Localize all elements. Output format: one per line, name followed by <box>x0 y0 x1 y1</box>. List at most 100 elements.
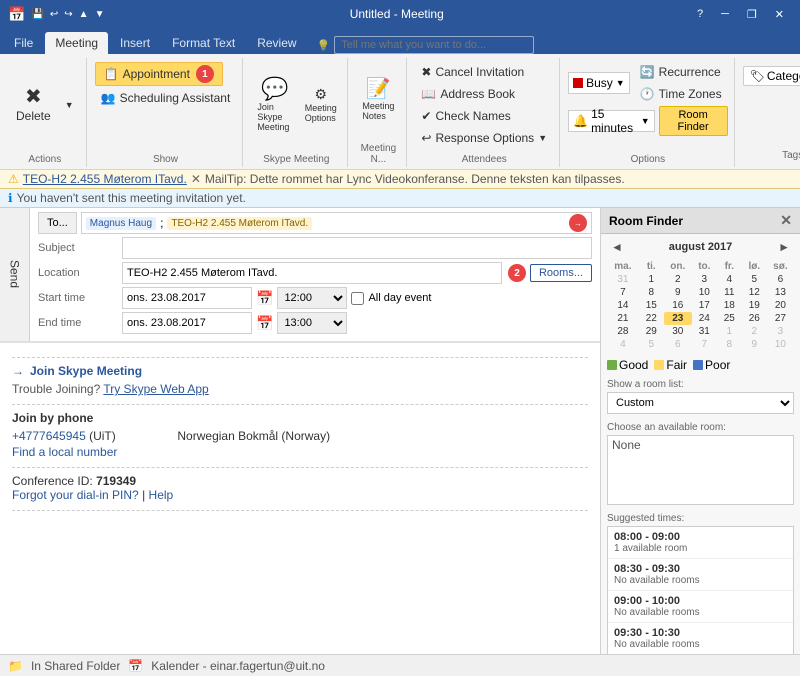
end-time-select[interactable]: 13:00 <box>277 312 347 334</box>
up-icon[interactable]: ▲ <box>79 9 89 20</box>
cal-day-cell[interactable]: 4 <box>717 273 742 286</box>
cancel-invitation-btn[interactable]: ✖ Cancel Invitation <box>415 62 530 82</box>
cal-day-cell[interactable]: 9 <box>664 286 692 299</box>
phone-link[interactable]: +4777645945 <box>12 429 89 443</box>
cal-day-cell[interactable]: 31 <box>692 325 717 338</box>
location-input[interactable] <box>122 262 502 284</box>
cal-day-cell[interactable]: 6 <box>767 273 794 286</box>
location-ref[interactable]: TEO-H2 2.455 Møterom ITavd. <box>23 172 187 186</box>
redo-icon[interactable]: ↪ <box>64 9 72 20</box>
room-list-select[interactable]: Custom <box>607 392 794 414</box>
cal-day-cell[interactable]: 4 <box>607 338 639 351</box>
categorize-btn[interactable]: 🏷 Categorize ▼ <box>743 66 800 86</box>
join-skype-btn[interactable]: 💬 Join Skype Meeting <box>251 74 298 136</box>
forgot-pin-link[interactable]: Forgot your dial-in PIN? <box>12 488 142 502</box>
cal-day-cell[interactable]: 10 <box>767 338 794 351</box>
all-day-checkbox[interactable] <box>351 292 364 305</box>
tab-format-text[interactable]: Format Text <box>162 32 245 54</box>
cal-day-cell[interactable]: 18 <box>717 299 742 312</box>
find-local-link[interactable]: Find a local number <box>12 445 117 459</box>
cal-day-cell[interactable]: 23 <box>664 312 692 325</box>
room-finder-close[interactable]: ✕ <box>780 212 792 229</box>
help-button[interactable]: ? <box>689 6 711 23</box>
busy-dropdown[interactable]: Busy ▼ <box>568 72 630 94</box>
end-calendar-icon[interactable]: 📅 <box>256 315 273 332</box>
cal-day-cell[interactable]: 2 <box>664 273 692 286</box>
cal-day-cell[interactable]: 5 <box>742 273 767 286</box>
cal-day-cell[interactable]: 20 <box>767 299 794 312</box>
cal-day-cell[interactable]: 14 <box>607 299 639 312</box>
undo-icon[interactable]: ↩ <box>50 9 58 20</box>
cal-day-cell[interactable]: 5 <box>639 338 664 351</box>
cal-next-btn[interactable]: ► <box>774 238 794 256</box>
time-zones-btn[interactable]: 🕐 Time Zones <box>634 84 728 104</box>
send-button[interactable]: Send <box>0 208 30 341</box>
cross-icon[interactable]: ✕ <box>191 172 201 186</box>
room-avail-list[interactable]: None <box>607 435 794 505</box>
tab-file[interactable]: File <box>4 32 43 54</box>
tab-insert[interactable]: Insert <box>110 32 160 54</box>
cal-day-cell[interactable]: 13 <box>767 286 794 299</box>
try-web-link[interactable]: Try Skype Web App <box>103 382 208 396</box>
to-field[interactable]: Magnus Haug ; TEO-H2 2.455 Møterom ITavd… <box>81 212 592 234</box>
cal-day-cell[interactable]: 6 <box>664 338 692 351</box>
cal-day-cell[interactable]: 12 <box>742 286 767 299</box>
start-calendar-icon[interactable]: 📅 <box>256 290 273 307</box>
cal-day-cell[interactable]: 8 <box>717 338 742 351</box>
cal-day-cell[interactable]: 1 <box>639 273 664 286</box>
suggested-time-item[interactable]: 08:30 - 09:30No available rooms <box>608 559 793 591</box>
cal-day-cell[interactable]: 21 <box>607 312 639 325</box>
cal-day-cell[interactable]: 31 <box>607 273 639 286</box>
scheduling-btn[interactable]: 👥 Scheduling Assistant <box>95 88 237 108</box>
suggested-time-item[interactable]: 08:00 - 09:001 available room <box>608 527 793 559</box>
delete-button[interactable]: ✖ Delete <box>10 83 57 127</box>
address-book-btn[interactable]: 📖 Address Book <box>415 84 521 104</box>
cal-day-cell[interactable]: 30 <box>664 325 692 338</box>
cal-day-cell[interactable]: 28 <box>607 325 639 338</box>
meeting-options-btn[interactable]: ⚙ Meeting Options <box>300 83 341 127</box>
cal-day-cell[interactable]: 3 <box>692 273 717 286</box>
start-time-select[interactable]: 12:00 <box>277 287 347 309</box>
minimize-button[interactable]: ─ <box>713 6 737 23</box>
cal-day-cell[interactable]: 19 <box>742 299 767 312</box>
cal-day-cell[interactable]: 24 <box>692 312 717 325</box>
suggested-time-item[interactable]: 09:00 - 10:00No available rooms <box>608 591 793 623</box>
cal-day-cell[interactable]: 15 <box>639 299 664 312</box>
meeting-notes-btn[interactable]: 📝 Meeting Notes <box>356 75 400 125</box>
cal-day-cell[interactable]: 10 <box>692 286 717 299</box>
cal-day-cell[interactable]: 1 <box>717 325 742 338</box>
cal-day-cell[interactable]: 7 <box>607 286 639 299</box>
close-button[interactable]: ✕ <box>767 6 792 23</box>
to-button[interactable]: To... <box>38 212 77 234</box>
move-down-btn[interactable]: ▼ <box>59 97 80 113</box>
room-finder-btn[interactable]: Room Finder <box>659 106 728 136</box>
recurrence-btn[interactable]: 🔄 Recurrence <box>634 62 728 82</box>
customize-icon[interactable]: ▼ <box>95 9 105 20</box>
cal-day-cell[interactable]: 16 <box>664 299 692 312</box>
response-options-btn[interactable]: ↩ Response Options ▼ <box>415 128 553 148</box>
skype-join-link[interactable]: → Join Skype Meeting <box>12 364 588 378</box>
cal-day-cell[interactable]: 26 <box>742 312 767 325</box>
restore-button[interactable]: ❐ <box>739 6 765 23</box>
cal-day-cell[interactable]: 8 <box>639 286 664 299</box>
help-link[interactable]: Help <box>149 488 174 502</box>
cal-day-cell[interactable]: 29 <box>639 325 664 338</box>
rooms-button[interactable]: Rooms... <box>530 264 592 282</box>
cal-day-cell[interactable]: 25 <box>717 312 742 325</box>
end-date-input[interactable] <box>122 312 252 334</box>
save-icon[interactable]: 💾 <box>31 9 43 20</box>
cal-day-cell[interactable]: 2 <box>742 325 767 338</box>
tab-review[interactable]: Review <box>247 32 306 54</box>
search-input[interactable] <box>334 36 534 54</box>
cal-day-cell[interactable]: 7 <box>692 338 717 351</box>
cal-day-cell[interactable]: 11 <box>717 286 742 299</box>
cal-day-cell[interactable]: 9 <box>742 338 767 351</box>
cal-day-cell[interactable]: 17 <box>692 299 717 312</box>
start-date-input[interactable] <box>122 287 252 309</box>
subject-input[interactable] <box>122 237 592 259</box>
check-names-btn[interactable]: ✔ Check Names <box>415 106 516 126</box>
cal-day-cell[interactable]: 3 <box>767 325 794 338</box>
cal-day-cell[interactable]: 22 <box>639 312 664 325</box>
suggested-time-item[interactable]: 09:30 - 10:30No available rooms <box>608 623 793 654</box>
reminder-dropdown[interactable]: 🔔 15 minutes ▼ <box>568 110 655 132</box>
